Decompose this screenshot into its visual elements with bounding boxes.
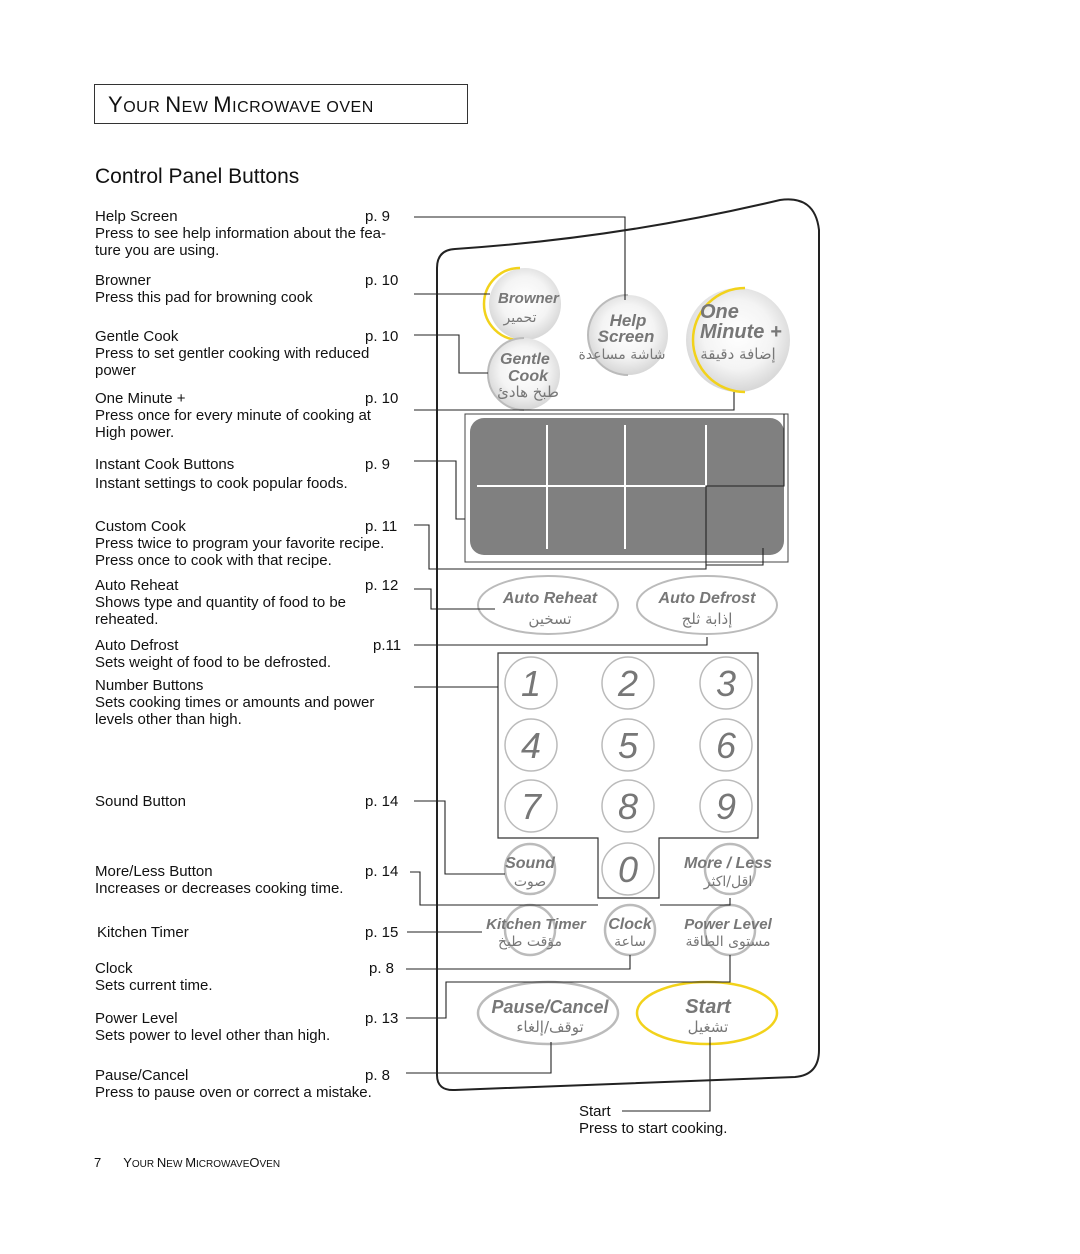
more-less-label: More / Less (684, 855, 772, 872)
auto-reheat-arabic: تسخين (528, 610, 571, 628)
number-label: 4 (521, 725, 541, 766)
footer-title-part: N (156, 1155, 167, 1170)
start-label-panel: Start (685, 996, 732, 1018)
more-less-arabic: اقل/اكثر (703, 874, 752, 890)
sound-arabic: صوت (514, 874, 546, 890)
kitchen-timer-arabic: مؤقت طبخ (498, 934, 562, 950)
footer: 7 YOUR NEW MICROWAVEOVEN (94, 1155, 280, 1170)
footer-title-part: VEN (259, 1159, 281, 1170)
power-level-label: Power Level (684, 916, 772, 933)
number-label: 6 (716, 725, 737, 766)
pause-cancel-arabic: توقف/إلغاء (516, 1018, 583, 1036)
number-label: 2 (617, 663, 638, 704)
page-number: 7 (94, 1155, 102, 1170)
help-arabic: شاشة مساعدة (579, 347, 666, 363)
number-label: 8 (618, 786, 638, 827)
one-minute-label-1: One (700, 301, 739, 323)
browner-label: Browner (498, 290, 560, 307)
clock-arabic: ساعة (614, 934, 646, 950)
start-arabic: تشغيل (688, 1018, 729, 1036)
footer-title-part: M (185, 1155, 197, 1170)
help-label-2: Screen (598, 327, 655, 346)
clock-label: Clock (608, 916, 653, 933)
power-level-arabic: مستوى الطاقة (686, 934, 771, 950)
number-label: 3 (716, 663, 736, 704)
number-label: 0 (618, 849, 638, 890)
auto-defrost-label: Auto Defrost (658, 590, 757, 607)
gentle-arabic: طبخ هادئ (497, 383, 559, 401)
footer-title-part: EW (166, 1159, 186, 1170)
one-minute-label-2: Minute + (700, 321, 782, 343)
number-label: 9 (716, 786, 736, 827)
number-label: 5 (618, 725, 639, 766)
one-minute-arabic: إضافة دقيقة (700, 345, 775, 363)
footer-title-part: O (249, 1155, 260, 1170)
auto-reheat-label: Auto Reheat (502, 590, 598, 607)
control-panel-diagram: Browner تحمير Help Screen شاشة مساعدة Ge… (406, 198, 820, 1112)
number-label: 7 (521, 786, 543, 827)
kitchen-timer-label: Kitchen Timer (486, 916, 587, 933)
number-label: 1 (521, 663, 541, 704)
gentle-label-1: Gentle (500, 351, 550, 368)
pause-cancel-label: Pause/Cancel (491, 997, 609, 1017)
auto-defrost-arabic: إذابة ثلج (682, 610, 733, 628)
browner-arabic: تحمير (503, 310, 537, 326)
footer-title-part: ICROWAVE (196, 1159, 250, 1170)
sound-label: Sound (505, 855, 556, 872)
footer-title-part: Y (123, 1155, 132, 1170)
footer-title-part: OUR (131, 1159, 157, 1170)
